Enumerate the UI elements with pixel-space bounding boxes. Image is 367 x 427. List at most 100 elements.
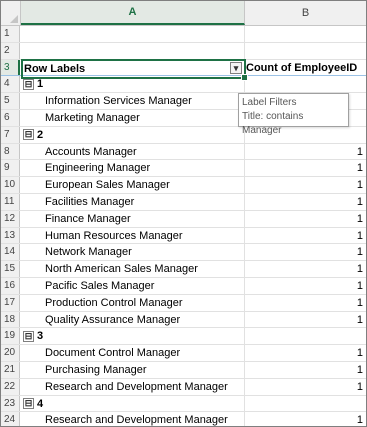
column-header-bar: A B [1, 1, 366, 26]
table-row: 23 ⊟ 4 [1, 395, 366, 413]
collapse-icon[interactable]: ⊟ [23, 398, 34, 410]
item-count[interactable]: 1 [245, 345, 363, 361]
row-number[interactable]: 6 [1, 109, 20, 126]
select-all-corner[interactable] [1, 1, 21, 25]
row-number[interactable]: 16 [1, 277, 20, 294]
table-row: 4 ⊟ 1 [1, 76, 366, 94]
row-number[interactable]: 9 [1, 160, 20, 177]
row-number[interactable]: 24 [1, 412, 20, 426]
table-row: 13 Human Resources Manager 1 [1, 227, 366, 245]
item-label[interactable]: European Sales Manager [23, 177, 265, 193]
item-label[interactable]: North American Sales Manager [23, 261, 265, 277]
item-label[interactable]: Facilities Manager [23, 194, 265, 210]
row-labels-text: Row Labels [24, 62, 86, 75]
item-label[interactable]: Document Control Manager [23, 345, 265, 361]
count-header-cell[interactable]: Count of EmployeeID [246, 60, 357, 77]
item-label[interactable]: Pacific Sales Manager [23, 278, 265, 294]
row-number[interactable]: 12 [1, 210, 20, 227]
item-label[interactable]: Human Resources Manager [23, 228, 265, 244]
spreadsheet-grid: A B 1 2 3 Row Labels ▾ Count of Employee… [0, 0, 367, 427]
table-row: 16 Pacific Sales Manager 1 [1, 277, 366, 295]
collapse-icon[interactable]: ⊟ [23, 330, 34, 342]
group-label: 1 [37, 78, 44, 91]
item-label[interactable]: Production Control Manager [23, 295, 265, 311]
table-row: 11 Facilities Manager 1 [1, 193, 366, 211]
row-number[interactable]: 23 [1, 395, 20, 412]
row-number[interactable]: 18 [1, 311, 20, 328]
group-cell[interactable]: ⊟ 1 [23, 76, 243, 92]
item-count[interactable]: 1 [245, 177, 363, 193]
table-row: 17 Production Control Manager 1 [1, 294, 366, 312]
item-label[interactable]: Research and Development Manager [23, 379, 265, 395]
row-number[interactable]: 21 [1, 361, 20, 378]
item-count[interactable]: 1 [245, 412, 363, 426]
item-count[interactable]: 1 [245, 211, 363, 227]
tooltip-title: Label Filters [242, 97, 297, 108]
item-label[interactable]: Finance Manager [23, 211, 265, 227]
row-number[interactable]: 13 [1, 227, 20, 244]
row-number[interactable]: 11 [1, 193, 20, 210]
table-row: 15 North American Sales Manager 1 [1, 261, 366, 278]
item-count[interactable]: 1 [245, 244, 363, 260]
table-row: 12 Finance Manager 1 [1, 210, 366, 228]
group-cell[interactable]: ⊟ 2 [23, 127, 243, 143]
label-filter-tooltip: Label Filters Title: contains Manager [238, 93, 349, 136]
table-row: 1 [1, 26, 366, 43]
column-header-b[interactable]: B [245, 1, 366, 25]
row-number[interactable]: 5 [1, 93, 20, 109]
row-number[interactable]: 3 [1, 59, 20, 76]
table-row: 19 ⊟ 3 [1, 328, 366, 346]
group-label: 3 [37, 330, 44, 343]
row-number[interactable]: 7 [1, 126, 20, 143]
column-header-a[interactable]: A [21, 1, 245, 25]
item-label[interactable]: Network Manager [23, 244, 265, 260]
item-label[interactable]: Information Services Manager [23, 93, 265, 109]
row-number[interactable]: 4 [1, 76, 20, 93]
item-count[interactable]: 1 [245, 261, 363, 277]
row-number[interactable]: 17 [1, 294, 20, 311]
item-label[interactable]: Engineering Manager [23, 160, 265, 176]
item-count[interactable]: 1 [245, 160, 363, 176]
row-number[interactable]: 15 [1, 261, 20, 277]
group-cell[interactable]: ⊟ 4 [23, 396, 243, 412]
table-row: 8 Accounts Manager 1 [1, 143, 366, 161]
item-label[interactable]: Research and Development Manager [23, 412, 265, 426]
tooltip-body: Title: contains Manager [242, 111, 304, 136]
table-row: 24 Research and Development Manager 1 [1, 412, 366, 426]
table-row: 20 Document Control Manager 1 [1, 345, 366, 362]
item-count[interactable]: 1 [245, 228, 363, 244]
item-label[interactable]: Purchasing Manager [23, 362, 265, 378]
pivot-rows: 1 2 3 Row Labels ▾ Count of EmployeeID 4… [1, 26, 366, 426]
collapse-icon[interactable]: ⊟ [23, 78, 34, 90]
table-row: 14 Network Manager 1 [1, 244, 366, 262]
item-label[interactable]: Quality Assurance Manager [23, 312, 265, 328]
item-count[interactable]: 1 [245, 194, 363, 210]
group-label: 2 [37, 128, 44, 141]
item-count[interactable]: 1 [245, 144, 363, 160]
table-row: 9 Engineering Manager 1 [1, 160, 366, 178]
row-number[interactable]: 19 [1, 328, 20, 345]
group-label: 4 [37, 397, 44, 410]
table-row: 2 [1, 42, 366, 60]
table-row: 22 Research and Development Manager 1 [1, 378, 366, 396]
item-count[interactable]: 1 [245, 312, 363, 328]
row-number[interactable]: 2 [1, 42, 20, 59]
row-number[interactable]: 22 [1, 378, 20, 395]
row-number[interactable]: 14 [1, 244, 20, 261]
row-number[interactable]: 1 [1, 26, 20, 42]
item-count[interactable]: 1 [245, 379, 363, 395]
item-count[interactable]: 1 [245, 295, 363, 311]
filter-dropdown-icon[interactable]: ▾ [230, 61, 242, 74]
item-count[interactable]: 1 [245, 362, 363, 378]
group-cell[interactable]: ⊟ 3 [23, 328, 243, 344]
table-row: 18 Quality Assurance Manager 1 [1, 311, 366, 329]
item-label[interactable]: Accounts Manager [23, 144, 265, 160]
table-row: 10 European Sales Manager 1 [1, 177, 366, 194]
pivot-header-row: 3 Row Labels ▾ Count of EmployeeID [1, 58, 366, 81]
row-number[interactable]: 10 [1, 177, 20, 193]
row-number[interactable]: 20 [1, 345, 20, 361]
collapse-icon[interactable]: ⊟ [23, 129, 34, 141]
item-count[interactable]: 1 [245, 278, 363, 294]
item-label[interactable]: Marketing Manager [23, 110, 265, 126]
row-number[interactable]: 8 [1, 143, 20, 160]
